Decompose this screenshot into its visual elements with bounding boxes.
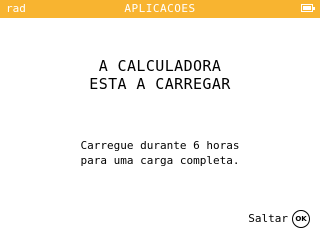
ok-button-icon[interactable]: OK — [292, 210, 310, 228]
status-bar: rad APLICACOES — [0, 0, 320, 18]
skip-label: Saltar — [248, 212, 288, 225]
headline-line-1: A CALCULADORA — [98, 57, 222, 75]
message-line-2: para uma carga completa. — [80, 154, 240, 167]
charging-headline: A CALCULADORA ESTA A CARREGAR — [0, 57, 320, 93]
skip-button[interactable]: Saltar OK — [248, 209, 310, 229]
battery-level-fill — [303, 6, 311, 10]
charging-message: Carregue durante 6 horas para uma carga … — [0, 138, 320, 168]
status-bar-title: APLICACOES — [124, 2, 196, 15]
headline-line-2: ESTA A CARREGAR — [89, 75, 231, 93]
battery-tip — [313, 7, 315, 10]
message-line-1: Carregue durante 6 horas — [80, 139, 240, 152]
battery-icon — [301, 4, 315, 12]
